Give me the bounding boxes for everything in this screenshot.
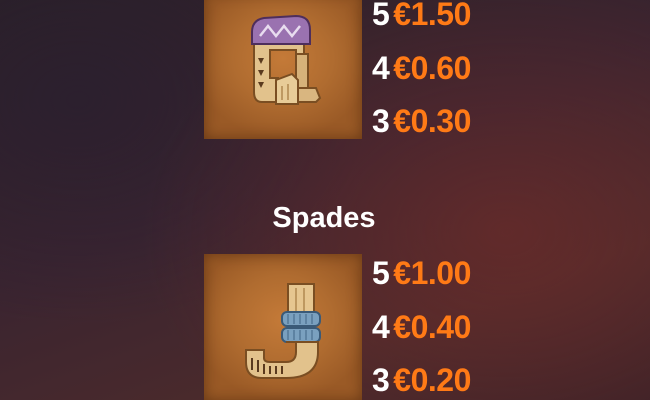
pay-row: 5 €1.00 [372,253,471,293]
symbol-title-spades: Spades [0,198,650,238]
pay-row: 4 €0.60 [372,48,471,88]
pay-count: 4 [372,50,390,86]
pay-amount: €1.50 [393,0,471,32]
j-letter-icon [245,283,321,379]
pay-count: 3 [372,362,390,398]
pay-count: 4 [372,309,390,345]
pay-count: 5 [372,255,390,291]
pay-row: 3 €0.20 [372,360,471,400]
pay-count: 5 [372,0,390,32]
symbol-tile-q [204,0,362,139]
pay-row: 5 €1.50 [372,0,471,34]
pay-amount: €0.30 [393,103,471,139]
pay-row: 4 €0.40 [372,307,471,347]
pay-amount: €0.60 [393,50,471,86]
paytable-screen: { "colors": { "count_text": "#ffffff", "… [0,0,650,400]
q-letter-icon [251,14,322,105]
symbol-tile-j [204,254,362,400]
pay-row: 3 €0.30 [372,101,471,141]
pay-amount: €0.40 [393,309,471,345]
symbol-name: Spades [272,202,376,234]
pay-amount: €0.20 [393,362,471,398]
pay-amount: €1.00 [393,255,471,291]
pay-count: 3 [372,103,390,139]
